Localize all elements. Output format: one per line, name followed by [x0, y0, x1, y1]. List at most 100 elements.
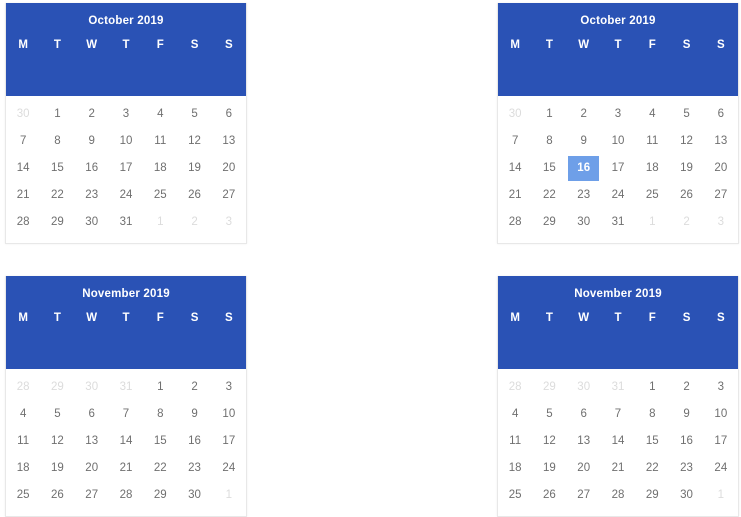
- calendar-day[interactable]: 8: [635, 401, 669, 428]
- calendar-day[interactable]: 7: [109, 401, 143, 428]
- calendar-day[interactable]: 21: [601, 455, 635, 482]
- calendar-day[interactable]: 15: [143, 428, 177, 455]
- calendar-day[interactable]: 13: [567, 428, 601, 455]
- calendar-day[interactable]: 28: [601, 482, 635, 509]
- calendar-day[interactable]: 15: [635, 428, 669, 455]
- calendar-day[interactable]: 11: [6, 428, 40, 455]
- calendar-day[interactable]: 21: [6, 182, 40, 209]
- calendar-day[interactable]: 2: [567, 101, 601, 128]
- calendar-day-adjacent-month[interactable]: 30: [498, 101, 532, 128]
- calendar-day[interactable]: 2: [75, 101, 109, 128]
- calendar-day[interactable]: 29: [143, 482, 177, 509]
- calendar-day[interactable]: 27: [75, 482, 109, 509]
- calendar-day[interactable]: 27: [212, 182, 246, 209]
- calendar-day[interactable]: 20: [567, 455, 601, 482]
- calendar-day[interactable]: 4: [498, 401, 532, 428]
- calendar-day[interactable]: 1: [532, 101, 566, 128]
- calendar-day[interactable]: 5: [40, 401, 74, 428]
- calendar-day[interactable]: 12: [177, 128, 211, 155]
- calendar-day[interactable]: 3: [704, 374, 738, 401]
- calendar-day[interactable]: 1: [143, 374, 177, 401]
- calendar-day[interactable]: 12: [532, 428, 566, 455]
- calendar-day-adjacent-month[interactable]: 31: [601, 374, 635, 401]
- calendar-day[interactable]: 31: [601, 209, 635, 236]
- calendar-day[interactable]: 3: [212, 374, 246, 401]
- calendar-day[interactable]: 26: [669, 182, 703, 209]
- calendar-day[interactable]: 4: [6, 401, 40, 428]
- calendar-day[interactable]: 9: [669, 401, 703, 428]
- calendar-day[interactable]: 19: [532, 455, 566, 482]
- calendar-day[interactable]: 17: [212, 428, 246, 455]
- calendar-day[interactable]: 17: [704, 428, 738, 455]
- calendar-day[interactable]: 11: [498, 428, 532, 455]
- calendar-day-adjacent-month[interactable]: 2: [177, 209, 211, 236]
- calendar-day[interactable]: 30: [177, 482, 211, 509]
- calendar-day[interactable]: 18: [6, 455, 40, 482]
- calendar-day[interactable]: 10: [601, 128, 635, 155]
- calendar-day[interactable]: 31: [109, 209, 143, 236]
- calendar-day[interactable]: 22: [635, 455, 669, 482]
- calendar-day[interactable]: 24: [704, 455, 738, 482]
- calendar-day-selected[interactable]: 16: [567, 155, 601, 182]
- calendar-day[interactable]: 23: [567, 182, 601, 209]
- calendar-day[interactable]: 29: [635, 482, 669, 509]
- calendar-day[interactable]: 7: [601, 401, 635, 428]
- calendar-day[interactable]: 14: [6, 155, 40, 182]
- calendar-day[interactable]: 1: [40, 101, 74, 128]
- calendar-day[interactable]: 23: [177, 455, 211, 482]
- calendar-day[interactable]: 6: [567, 401, 601, 428]
- calendar-day-adjacent-month[interactable]: 3: [704, 209, 738, 236]
- calendar-day[interactable]: 13: [704, 128, 738, 155]
- calendar-day[interactable]: 29: [40, 209, 74, 236]
- calendar-day[interactable]: 10: [704, 401, 738, 428]
- calendar-day[interactable]: 14: [109, 428, 143, 455]
- calendar-day[interactable]: 4: [635, 101, 669, 128]
- calendar-day[interactable]: 16: [177, 428, 211, 455]
- calendar-day[interactable]: 20: [75, 455, 109, 482]
- calendar-day[interactable]: 6: [75, 401, 109, 428]
- calendar-day-adjacent-month[interactable]: 30: [75, 374, 109, 401]
- calendar-day[interactable]: 19: [669, 155, 703, 182]
- calendar-day[interactable]: 22: [143, 455, 177, 482]
- calendar-day[interactable]: 6: [212, 101, 246, 128]
- calendar-day-adjacent-month[interactable]: 30: [6, 101, 40, 128]
- calendar-day[interactable]: 3: [601, 101, 635, 128]
- calendar-day[interactable]: 18: [143, 155, 177, 182]
- calendar-day[interactable]: 19: [40, 455, 74, 482]
- calendar-day[interactable]: 24: [212, 455, 246, 482]
- calendar-day[interactable]: 24: [601, 182, 635, 209]
- calendar-day-adjacent-month[interactable]: 28: [6, 374, 40, 401]
- calendar-day[interactable]: 8: [40, 128, 74, 155]
- calendar-day[interactable]: 14: [498, 155, 532, 182]
- calendar-day[interactable]: 1: [635, 374, 669, 401]
- calendar-day[interactable]: 30: [669, 482, 703, 509]
- calendar-day[interactable]: 22: [40, 182, 74, 209]
- calendar-day[interactable]: 2: [669, 374, 703, 401]
- calendar-day[interactable]: 14: [601, 428, 635, 455]
- calendar-day[interactable]: 16: [75, 155, 109, 182]
- calendar-day[interactable]: 23: [669, 455, 703, 482]
- calendar-day-adjacent-month[interactable]: 1: [212, 482, 246, 509]
- calendar-day[interactable]: 26: [40, 482, 74, 509]
- calendar-day[interactable]: 5: [177, 101, 211, 128]
- calendar-day[interactable]: 8: [143, 401, 177, 428]
- calendar-day[interactable]: 9: [177, 401, 211, 428]
- calendar-day[interactable]: 11: [143, 128, 177, 155]
- calendar-day-adjacent-month[interactable]: 29: [40, 374, 74, 401]
- calendar-day[interactable]: 3: [109, 101, 143, 128]
- calendar-day[interactable]: 25: [6, 482, 40, 509]
- calendar-day-adjacent-month[interactable]: 31: [109, 374, 143, 401]
- calendar-day[interactable]: 28: [498, 209, 532, 236]
- calendar-day[interactable]: 21: [498, 182, 532, 209]
- calendar-day[interactable]: 10: [212, 401, 246, 428]
- calendar-day-adjacent-month[interactable]: 1: [635, 209, 669, 236]
- calendar-day[interactable]: 7: [6, 128, 40, 155]
- calendar-day[interactable]: 12: [669, 128, 703, 155]
- calendar-day[interactable]: 10: [109, 128, 143, 155]
- calendar-day[interactable]: 7: [498, 128, 532, 155]
- calendar-day[interactable]: 26: [177, 182, 211, 209]
- calendar-day[interactable]: 5: [669, 101, 703, 128]
- calendar-day[interactable]: 9: [75, 128, 109, 155]
- calendar-day[interactable]: 23: [75, 182, 109, 209]
- calendar-day-adjacent-month[interactable]: 30: [567, 374, 601, 401]
